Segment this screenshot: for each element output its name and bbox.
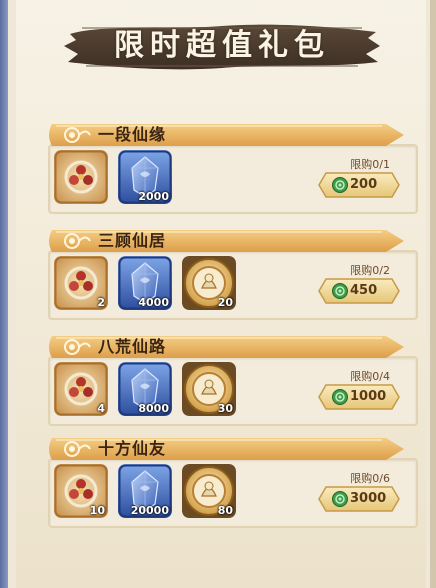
- buy-button[interactable]: 3000: [318, 486, 400, 512]
- item-count: 20000: [130, 504, 169, 517]
- item-count: 2000: [138, 190, 169, 203]
- price-label: 3000: [350, 491, 387, 506]
- jade-coin-icon: [332, 177, 348, 193]
- jade-coin-icon: [332, 491, 348, 507]
- gift-pack: 2000 限购0/1 200 一段仙缘: [46, 122, 418, 214]
- title-banner: 限时超值礼包: [62, 16, 382, 76]
- reward-item[interactable]: 8000: [118, 362, 172, 416]
- item-count: 80: [217, 504, 233, 517]
- page-title: 限时超值礼包: [114, 28, 330, 63]
- item-count: 8000: [138, 402, 169, 415]
- purchase-limit: 限购0/1: [350, 158, 390, 171]
- left-edge-strip: [0, 0, 8, 588]
- reward-item[interactable]: 10: [54, 464, 108, 518]
- reward-item[interactable]: 4000: [118, 256, 172, 310]
- pack-name: 三顾仙居: [98, 231, 167, 250]
- buy-button[interactable]: 450: [318, 278, 400, 304]
- pack-header-ribbon: 三顾仙居: [46, 228, 406, 254]
- jade-coin-icon: [332, 283, 348, 299]
- price-label: 200: [350, 177, 378, 192]
- pack-name: 十方仙友: [98, 439, 167, 458]
- pack-header-ribbon: 八荒仙路: [46, 334, 406, 360]
- pack-header-ribbon: 十方仙友: [46, 436, 406, 462]
- item-count: 4000: [138, 296, 169, 309]
- pack-name: 八荒仙路: [98, 337, 167, 356]
- pack-body: 10 20000 80 限购0/6 3000: [48, 458, 418, 528]
- price-label: 1000: [350, 389, 387, 404]
- item-count: 30: [217, 402, 233, 415]
- pack-body: 2 4000 20 限购0/2 450: [48, 250, 418, 320]
- reward-item[interactable]: 4: [54, 362, 108, 416]
- item-count: 4: [97, 402, 105, 415]
- buy-button[interactable]: 1000: [318, 384, 400, 410]
- gift-pack: 4 8000 30 限购0/4 1000 八荒仙路: [46, 334, 418, 426]
- purchase-limit: 限购0/2: [350, 264, 390, 277]
- pack-body: 4 8000 30 限购0/4 1000: [48, 356, 418, 426]
- right-edge-strip: [430, 0, 436, 588]
- purchase-limit: 限购0/6: [350, 472, 390, 485]
- gift-pack: 10 20000 80 限购0/6 3000 十方仙友: [46, 436, 418, 528]
- pack-name: 一段仙缘: [98, 125, 167, 144]
- purchase-limit: 限购0/4: [350, 370, 390, 383]
- item-count: 20: [217, 296, 233, 309]
- buy-button[interactable]: 200: [318, 172, 400, 198]
- reward-item[interactable]: 20: [182, 256, 236, 310]
- pack-header-ribbon: 一段仙缘: [46, 122, 406, 148]
- reward-item[interactable]: 20000: [118, 464, 172, 518]
- item-count: 2: [97, 296, 105, 309]
- reward-item[interactable]: 30: [182, 362, 236, 416]
- pack-body: 2000 限购0/1 200: [48, 144, 418, 214]
- gift-pack: 2 4000 20 限购0/2 450 三顾仙居: [46, 228, 418, 320]
- jade-coin-icon: [332, 389, 348, 405]
- item-count: 10: [89, 504, 105, 517]
- reward-item[interactable]: 80: [182, 464, 236, 518]
- reward-item[interactable]: 2000: [118, 150, 172, 204]
- price-label: 450: [350, 283, 378, 298]
- reward-item[interactable]: [54, 150, 108, 204]
- reward-item[interactable]: 2: [54, 256, 108, 310]
